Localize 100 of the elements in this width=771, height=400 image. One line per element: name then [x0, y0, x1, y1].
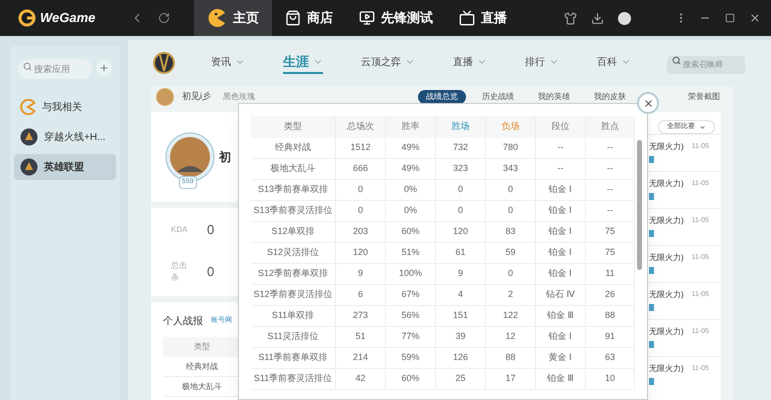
table-cell: 273	[336, 306, 386, 327]
game-nav-tab[interactable]: 云顶之弈	[361, 52, 415, 74]
table-cell: 铂金 Ⅰ	[536, 327, 586, 348]
column-header: 胜率	[386, 116, 436, 138]
profile-tab[interactable]: 历史战绩	[474, 90, 522, 104]
player-name: 初	[219, 149, 231, 166]
match-mode: 无限火力)	[649, 326, 684, 338]
maximize-icon[interactable]	[725, 13, 735, 23]
item-icon	[649, 156, 654, 163]
table-cell: --	[536, 159, 586, 180]
item-icon	[649, 193, 654, 200]
table-cell: --	[586, 159, 635, 180]
download-icon[interactable]	[591, 12, 604, 24]
table-cell: 经典对战	[251, 138, 336, 159]
table-cell: S11季前赛单双排	[251, 348, 336, 369]
table-cell: 10	[586, 369, 635, 390]
table-cell: 88	[486, 348, 536, 369]
table-cell: S12单双排	[251, 222, 336, 243]
table-cell: 120	[336, 243, 386, 264]
sidebar-item[interactable]: 穿越火线+H...	[14, 124, 116, 150]
table-cell: 0	[436, 201, 486, 222]
table-cell: 9	[436, 264, 486, 285]
table-cell: 83	[486, 222, 536, 243]
profile-tab[interactable]: 战绩总览	[418, 90, 466, 104]
table-cell: 49%	[386, 138, 436, 159]
column-header: 负场	[486, 116, 536, 138]
bag-icon	[285, 10, 301, 26]
nav-tab[interactable]: 商店	[272, 0, 346, 36]
table-cell: 0%	[386, 201, 436, 222]
table-cell: 732	[436, 138, 486, 159]
game-nav-tab[interactable]: 资讯	[211, 52, 245, 74]
caret-icon	[699, 124, 706, 130]
nav-tab[interactable]: 直播	[446, 0, 520, 36]
table-cell: 铂金 Ⅲ	[536, 306, 586, 327]
sidebar-item[interactable]: 英雄联盟	[14, 154, 116, 180]
summoner-search-field[interactable]: 搜索召唤师	[667, 56, 745, 74]
table-cell: S11灵活排位	[251, 327, 336, 348]
add-button[interactable]	[96, 60, 112, 76]
shield-logo-icon	[153, 50, 175, 76]
match-mode: 无限火力)	[649, 178, 684, 190]
table-cell: 100%	[386, 264, 436, 285]
column-header: 胜点	[586, 116, 635, 138]
avatar	[156, 88, 174, 106]
table-cell: 极地大乱斗	[251, 159, 336, 180]
stat-value: 0	[207, 221, 214, 240]
profile-tab[interactable]: 我的英雄	[530, 90, 578, 104]
close-icon[interactable]	[749, 12, 761, 24]
game-nav-tab[interactable]: 直播	[453, 52, 487, 74]
table-cell: --	[586, 138, 635, 159]
table-cell: S12灵活排位	[251, 243, 336, 264]
table-cell: 780	[486, 138, 536, 159]
match-mode: 无限火力)	[649, 289, 684, 301]
table-cell: 0%	[386, 180, 436, 201]
table-cell: --	[586, 201, 635, 222]
profile-tab[interactable]: 我的皮肤	[586, 90, 634, 104]
table-cell: 42	[336, 369, 386, 390]
game-nav-tab[interactable]: 百科	[597, 52, 631, 74]
table-cell: S11季前赛灵活排位	[251, 369, 336, 390]
nav-tab[interactable]: 先锋测试	[346, 0, 446, 36]
match-mode: 无限火力)	[649, 363, 684, 375]
sidebar-item[interactable]: 与我相关	[14, 94, 116, 120]
nav-tab[interactable]: 主页	[194, 0, 272, 36]
table-cell: 钻石 Ⅳ	[536, 285, 586, 306]
table-cell: 323	[436, 159, 486, 180]
table-cell: 12	[486, 327, 536, 348]
table-cell: 122	[486, 306, 536, 327]
server-name: 黑色玫瑰	[223, 91, 255, 103]
game-nav-tab[interactable]: 排行	[525, 52, 559, 74]
plus-icon	[99, 63, 109, 73]
table-cell: 0	[486, 201, 536, 222]
avatar-icon[interactable]	[618, 12, 631, 24]
shirt-icon[interactable]	[564, 12, 577, 24]
table-cell: 6	[336, 285, 386, 306]
table-cell: 11	[586, 264, 635, 285]
table-cell: S11单双排	[251, 306, 336, 327]
table-cell: 39	[436, 327, 486, 348]
monitor-icon	[359, 10, 375, 26]
table-cell: 铂金 Ⅰ	[536, 180, 586, 201]
profile-tab[interactable]: 荣誉截图	[680, 90, 728, 104]
table-cell: 铂金 Ⅰ	[536, 264, 586, 285]
stat-label: 总击杀	[171, 260, 188, 284]
table-cell: 17	[486, 369, 536, 390]
table-cell: S13季前赛灵活排位	[251, 201, 336, 222]
table-cell: 203	[336, 222, 386, 243]
summoner-name: 初见i彡	[182, 90, 211, 104]
search-field[interactable]: 搜索应用	[18, 59, 92, 79]
report-title: 个人战报	[163, 314, 203, 329]
table-cell: 1512	[336, 138, 386, 159]
table-cell: 59%	[386, 348, 436, 369]
table-cell: 4	[436, 285, 486, 306]
table-cell: S12季前赛单双排	[251, 264, 336, 285]
table-cell: 88	[586, 306, 635, 327]
refresh-icon[interactable]	[158, 12, 170, 24]
table-cell: 60%	[386, 222, 436, 243]
table-cell: 75	[586, 243, 635, 264]
table-cell: 51	[336, 327, 386, 348]
item-icon	[649, 378, 654, 385]
item-icon	[649, 267, 654, 274]
column-header: 总场次	[336, 116, 386, 138]
table-cell: S12季前赛灵活排位	[251, 285, 336, 306]
